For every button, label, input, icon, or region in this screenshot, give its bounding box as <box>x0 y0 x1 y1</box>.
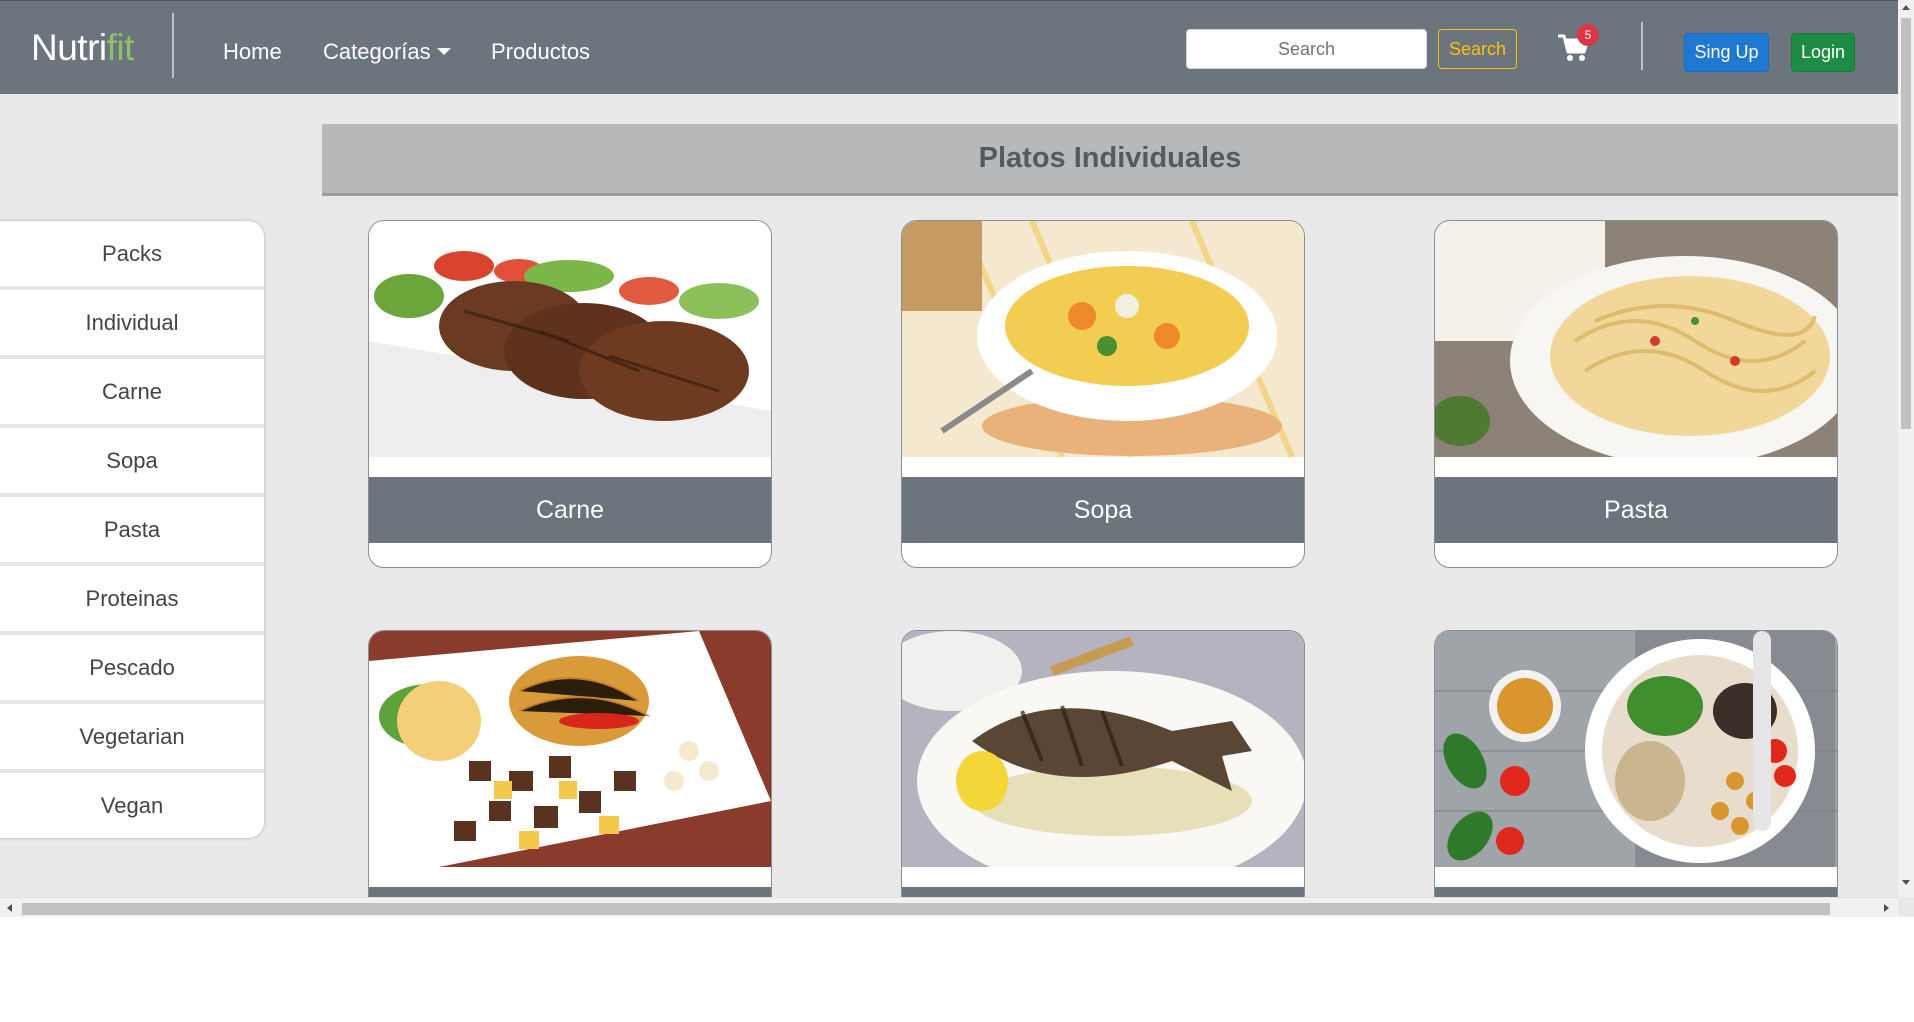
scroll-right-icon[interactable] <box>1884 904 1889 912</box>
nav-link-categorias-label: Categorías <box>323 39 431 64</box>
product-card-pasta[interactable]: Pasta <box>1434 220 1838 568</box>
sidebar-item-sopa[interactable]: Sopa <box>0 428 264 497</box>
brand-main: Nutri <box>31 27 107 68</box>
product-card-sopa[interactable]: Sopa <box>901 220 1305 568</box>
search-input[interactable] <box>1186 29 1427 69</box>
nav-divider-right <box>1641 22 1643 70</box>
sidebar-item-proteinas[interactable]: Proteinas <box>0 566 264 635</box>
product-card-proteinas[interactable] <box>368 630 772 917</box>
nav-link-categorias[interactable]: Categorías <box>323 39 451 65</box>
nav-divider <box>172 13 174 78</box>
vegetarian-image <box>1435 631 1837 867</box>
proteinas-image <box>369 631 771 867</box>
section-title: Platos Individuales <box>978 142 1242 174</box>
card-label: Sopa <box>902 477 1304 543</box>
brand-accent: fit <box>106 27 135 68</box>
product-card-carne[interactable]: Carne <box>368 220 772 568</box>
vertical-scroll-thumb[interactable] <box>1901 18 1911 429</box>
sidebar-item-vegetarian[interactable]: Vegetarian <box>0 704 264 773</box>
scroll-up-icon[interactable] <box>1902 5 1910 10</box>
login-button[interactable]: Login <box>1791 33 1855 72</box>
caret-down-icon <box>436 48 451 55</box>
sidebar-item-individual[interactable]: Individual <box>0 290 264 359</box>
page-viewport: Nutrifit Home Categorías Productos Searc… <box>0 0 1914 917</box>
brand-logo[interactable]: Nutrifit <box>31 27 134 69</box>
card-label: Carne <box>369 477 771 543</box>
sopa-image <box>902 221 1304 457</box>
sidebar-item-vegan[interactable]: Vegan <box>0 773 264 838</box>
horizontal-scrollbar[interactable] <box>0 897 1898 917</box>
scroll-left-icon[interactable] <box>7 904 12 912</box>
product-card-vegetarian[interactable] <box>1434 630 1838 917</box>
search-button[interactable]: Search <box>1438 29 1517 69</box>
card-label: Pasta <box>1435 477 1837 543</box>
navbar: Nutrifit Home Categorías Productos Searc… <box>0 0 1898 94</box>
product-card-pescado[interactable] <box>901 630 1305 917</box>
sidebar-item-pescado[interactable]: Pescado <box>0 635 264 704</box>
scroll-down-icon[interactable] <box>1902 880 1910 885</box>
pescado-image <box>902 631 1304 867</box>
sidebar-item-carne[interactable]: Carne <box>0 359 264 428</box>
sidebar-item-pasta[interactable]: Pasta <box>0 497 264 566</box>
section-header: Platos Individuales <box>322 124 1898 196</box>
pasta-image <box>1435 221 1837 457</box>
signup-button[interactable]: Sing Up <box>1684 33 1769 72</box>
cart-count-badge: 5 <box>1577 24 1599 46</box>
nav-link-home[interactable]: Home <box>223 39 282 65</box>
carne-image <box>369 221 771 457</box>
vertical-scrollbar[interactable] <box>1898 0 1914 897</box>
horizontal-scroll-thumb[interactable] <box>22 903 1830 915</box>
sidebar-item-packs[interactable]: Packs <box>0 221 264 290</box>
category-sidebar: Packs Individual Carne Sopa Pasta Protei… <box>0 221 264 838</box>
nav-link-productos[interactable]: Productos <box>491 39 590 65</box>
